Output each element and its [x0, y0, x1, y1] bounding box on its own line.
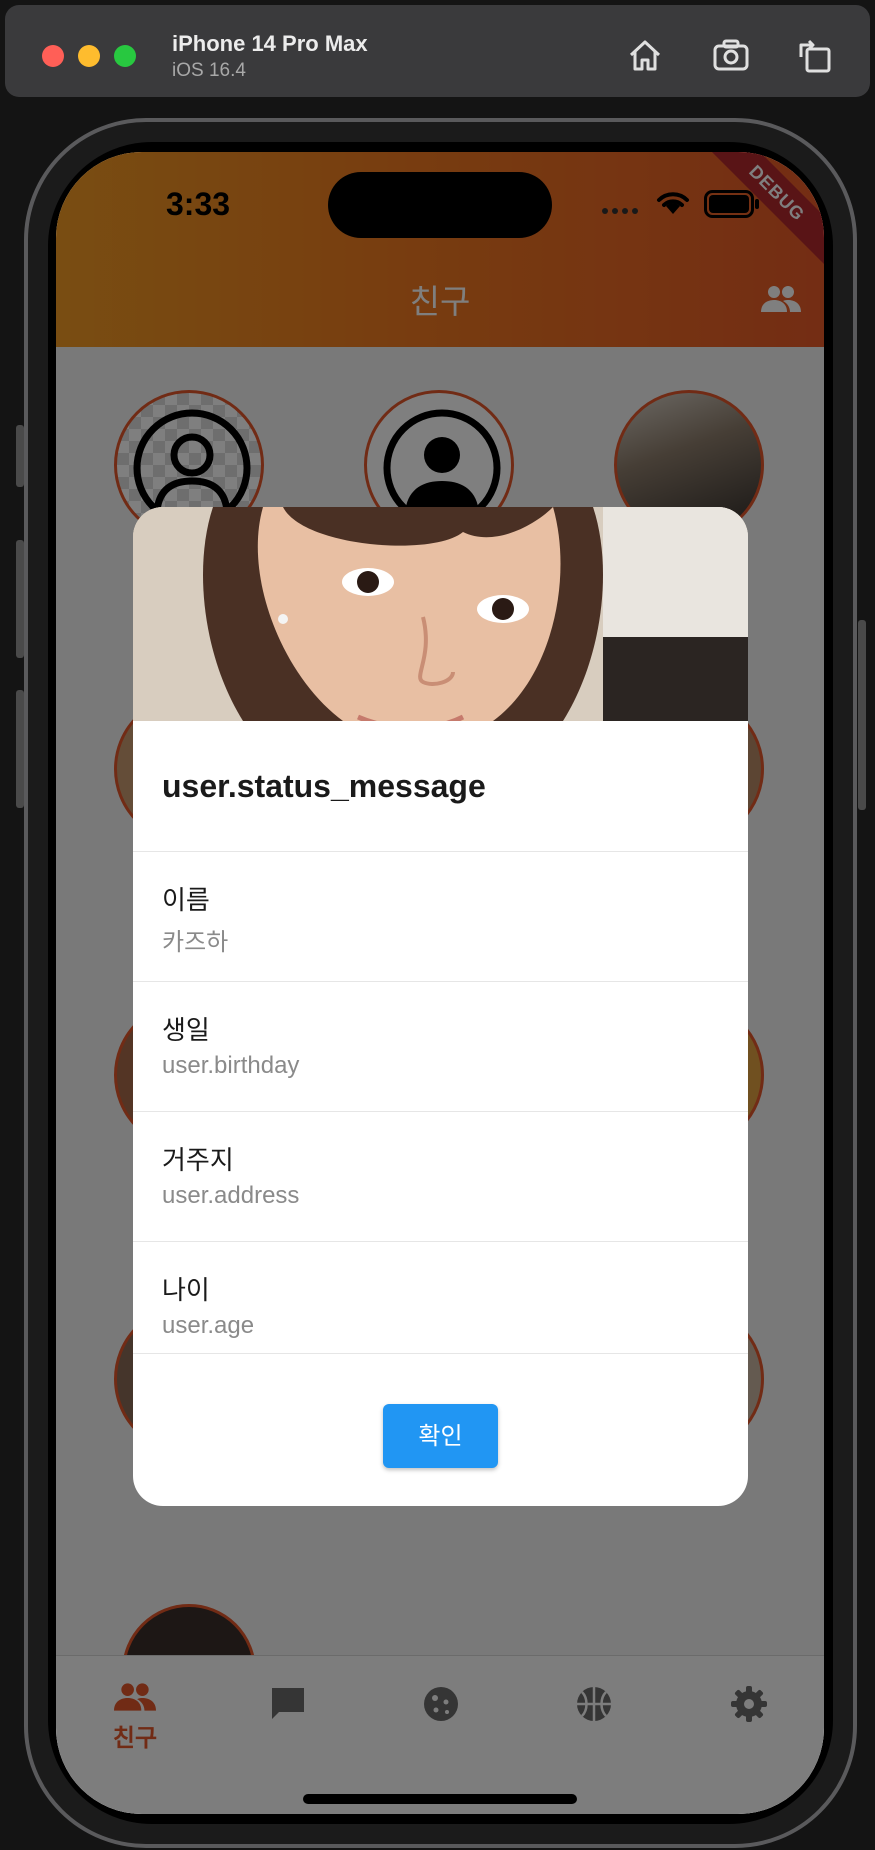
- confirm-button[interactable]: 확인: [383, 1404, 498, 1468]
- rotate-icon[interactable]: [795, 35, 835, 75]
- profile-dialog: user.status_message 이름 카즈하 생일 user.birth…: [133, 507, 748, 1506]
- info-row-birthday[interactable]: 생일 user.birthday: [133, 981, 748, 1111]
- mute-switch: [16, 425, 24, 487]
- volume-down-button: [16, 690, 24, 808]
- power-button: [858, 620, 866, 810]
- simulator-title-bar: iPhone 14 Pro Max iOS 16.4: [5, 5, 870, 97]
- row-value: user.age: [162, 1312, 255, 1339]
- row-value: user.birthday: [162, 1052, 300, 1079]
- home-icon[interactable]: [625, 35, 665, 75]
- device-name: iPhone 14 Pro Max: [172, 31, 368, 56]
- info-row-address[interactable]: 거주지 user.address: [133, 1111, 748, 1241]
- profile-photo-image: [133, 507, 748, 721]
- row-value: 카즈하: [162, 929, 229, 956]
- row-label: 나이: [162, 1276, 210, 1306]
- row-value: user.address: [162, 1182, 300, 1209]
- dialog-title: user.status_message: [162, 768, 486, 804]
- zoom-window-button[interactable]: [114, 45, 136, 67]
- info-row-age[interactable]: 나이 user.age: [133, 1241, 748, 1354]
- info-row-name[interactable]: 이름 카즈하: [133, 851, 748, 981]
- row-label: 생일: [162, 1016, 210, 1046]
- os-version: iOS 16.4: [172, 60, 246, 81]
- volume-up-button: [16, 540, 24, 658]
- row-label: 거주지: [162, 1146, 234, 1176]
- close-window-button[interactable]: [42, 45, 64, 67]
- minimize-window-button[interactable]: [78, 45, 100, 67]
- screenshot-icon[interactable]: [711, 35, 751, 75]
- row-label: 이름: [162, 886, 210, 916]
- profile-photo: [133, 507, 748, 721]
